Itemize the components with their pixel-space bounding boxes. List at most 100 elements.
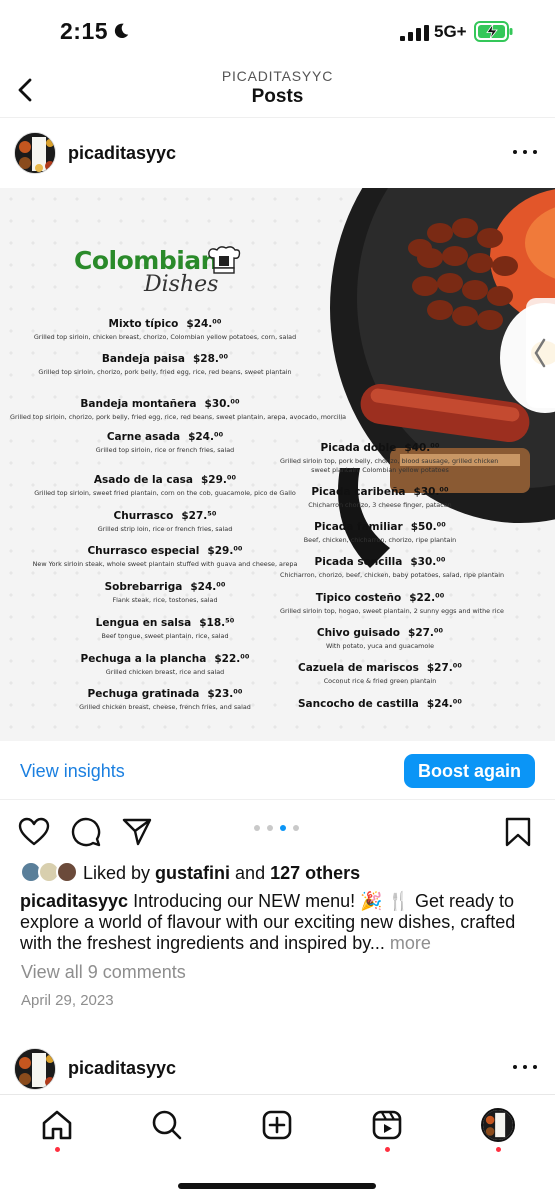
more-horizontal-icon[interactable]: [508, 142, 542, 162]
avatar[interactable]: [14, 132, 56, 174]
avatar-image: [15, 1049, 55, 1089]
menu-item-name: Lengua en salsa: [95, 617, 192, 629]
menu-item-name: Sobrebarriga: [104, 581, 183, 593]
heart-icon[interactable]: [18, 816, 50, 848]
menu-item-price: $28.⁰⁰: [192, 353, 229, 365]
menu-item-description: Grilled sirloin top, hogao, sweet planta…: [280, 607, 504, 615]
menu-item-description: Coconut rice & fried green plantain: [323, 677, 437, 685]
menu-item: Asado de la casa $29.⁰⁰ Grilled top sirlo…: [30, 474, 300, 497]
menu-item-name: Churrasco especial: [87, 545, 200, 557]
menu-item: Pechuga a la plancha $22.⁰⁰ Grilled chick…: [30, 653, 300, 676]
menu-item-name: Sancocho de castilla: [298, 698, 419, 710]
carousel-pager: [254, 825, 302, 833]
menu-item-name: Asado de la casa: [93, 474, 193, 486]
reels-icon[interactable]: [371, 1109, 403, 1141]
menu-item: Tipico costeño $22.⁰⁰ Grilled sirloin top…: [280, 592, 504, 615]
pager-dot: [267, 825, 273, 831]
menu-item: Pechuga gratinada $23.⁰⁰ Grilled chicken …: [30, 688, 300, 711]
liker-username[interactable]: gustafini: [155, 863, 230, 883]
menu-item: Bandeja paisa $28.⁰⁰ Grilled top sirloin,…: [30, 353, 300, 376]
page-title: Posts: [251, 86, 304, 107]
menu-item-name: Chivo guisado: [316, 627, 401, 639]
home-indicator[interactable]: [178, 1183, 376, 1189]
menu-item-name: Picada familiar: [314, 521, 403, 533]
menu-item: Picada doble $40.⁰⁰ Grilled sirloin top, …: [280, 442, 498, 474]
notification-dot: [55, 1147, 60, 1152]
more-horizontal-icon[interactable]: [508, 1057, 542, 1077]
search-icon[interactable]: [151, 1109, 183, 1141]
menu-item-description: Chicharron, chorizo, beef, chicken, baby…: [280, 571, 505, 579]
caption-more-link[interactable]: more: [385, 933, 431, 953]
menu-item-price: $30.⁰⁰: [413, 486, 449, 498]
menu-item: Chivo guisado $27.⁰⁰ With potato, yuca an…: [280, 627, 480, 650]
page-header: PICADITASYYC Posts: [0, 62, 555, 118]
post-username[interactable]: picaditasyyc: [68, 1058, 176, 1079]
header-account-name: PICADITASYYC: [221, 68, 334, 84]
menu-item-description: Flank steak, rice, tostones, salad: [112, 596, 218, 604]
pager-dot: [254, 825, 260, 831]
menu-item: Sancocho de castilla $24.⁰⁰: [280, 698, 480, 710]
profile-avatar[interactable]: [481, 1108, 515, 1142]
avatar-image: [15, 133, 55, 173]
menu-item-description: Grilled top sirloin, chorizo, pork belly…: [10, 413, 347, 421]
menu-item: Sobrebarriga $24.⁰⁰ Flank steak, rice, to…: [30, 581, 300, 604]
avatar[interactable]: [14, 1048, 56, 1090]
comment-icon[interactable]: [70, 816, 102, 848]
menu-item-description: Grilled strip loin, rice or french fries…: [97, 525, 233, 533]
likes-text: Liked by gustafini and 127 others: [83, 863, 360, 884]
status-time: 2:15: [60, 18, 109, 44]
menu-item-description: sweet plantain, Colombian yellow potatoe…: [311, 466, 449, 474]
menu-item-price: $18.⁵⁰: [199, 617, 235, 629]
food-platter-image: [330, 188, 555, 568]
view-insights-link[interactable]: View insights: [20, 761, 125, 782]
likes-prefix: Liked by: [83, 863, 156, 883]
share-icon[interactable]: [121, 816, 153, 848]
menu-item: Churrasco $27.⁵⁰ Grilled strip loin, rice…: [30, 510, 300, 533]
caption-username[interactable]: picaditasyyc: [20, 891, 128, 911]
menu-item: Picada familiar $50.⁰⁰ Beef, chicken, chi…: [280, 521, 480, 544]
menu-item-name: Pechuga gratinada: [87, 688, 200, 700]
menu-item-description: Grilled top sirloin, sweet fried plantai…: [34, 489, 296, 497]
menu-item-price: $29.⁰⁰: [207, 545, 243, 557]
pager-dot-active: [280, 825, 286, 831]
menu-item: Carne asada $24.⁰⁰ Grilled top sirloin, r…: [30, 431, 300, 454]
view-all-comments-link[interactable]: View all 9 comments: [21, 962, 186, 983]
boost-again-button[interactable]: Boost again: [404, 754, 535, 788]
next-post-header: picaditasyyc: [0, 1036, 555, 1096]
menu-item: Lengua en salsa $18.⁵⁰ Beef tongue, sweet…: [30, 617, 300, 640]
bookmark-icon[interactable]: [502, 816, 534, 848]
menu-item-name: Bandeja paisa: [101, 353, 185, 365]
likes-row[interactable]: Liked by gustafini and 127 others: [20, 861, 540, 887]
likes-count[interactable]: 127 others: [270, 863, 360, 883]
menu-item-price: $30.⁰⁰: [204, 398, 240, 410]
liker-avatar: [56, 861, 78, 883]
moon-icon: [114, 23, 129, 39]
notification-dot: [385, 1147, 390, 1152]
menu-item-price: $22.⁰⁰: [214, 653, 250, 665]
menu-item-name: Bandeja montañera: [80, 398, 197, 410]
insights-row: View insights Boost again: [0, 742, 555, 800]
menu-item-name: Tipico costeño: [315, 592, 402, 604]
menu-item-name: Carne asada: [106, 431, 181, 443]
menu-item-description: New York sirloin steak, whole sweet plan…: [32, 560, 298, 568]
post-date: April 29, 2023: [21, 992, 114, 1009]
post-image-menu[interactable]: Colombian Dishes Mixto típico $24.⁰⁰ Gril…: [0, 188, 555, 741]
menu-item-price: $50.⁰⁰: [410, 521, 446, 533]
status-bar: 2:15 5G+: [0, 0, 555, 66]
carousel-next-button[interactable]: [526, 298, 555, 408]
menu-item: Churrasco especial $29.⁰⁰ New York sirloi…: [30, 545, 300, 568]
notification-dot: [496, 1147, 501, 1152]
menu-item-name: Cazuela de mariscos: [298, 662, 419, 674]
menu-item-price: $24.⁰⁰: [186, 318, 222, 330]
menu-item: Picada sencilla $30.⁰⁰ Chicharron, choriz…: [280, 556, 505, 579]
create-icon[interactable]: [261, 1109, 293, 1141]
home-icon[interactable]: [41, 1109, 73, 1141]
post-header: picaditasyyc: [0, 122, 555, 186]
post-actions: [0, 808, 555, 856]
bottom-navigation: [0, 1094, 555, 1200]
likes-conjunction: and: [230, 863, 271, 883]
menu-item-price: $40.⁰⁰: [404, 442, 440, 454]
menu-item-price: $27.⁰⁰: [426, 662, 462, 674]
post-username[interactable]: picaditasyyc: [68, 143, 176, 164]
menu-item-price: $29.⁰⁰: [201, 474, 237, 486]
